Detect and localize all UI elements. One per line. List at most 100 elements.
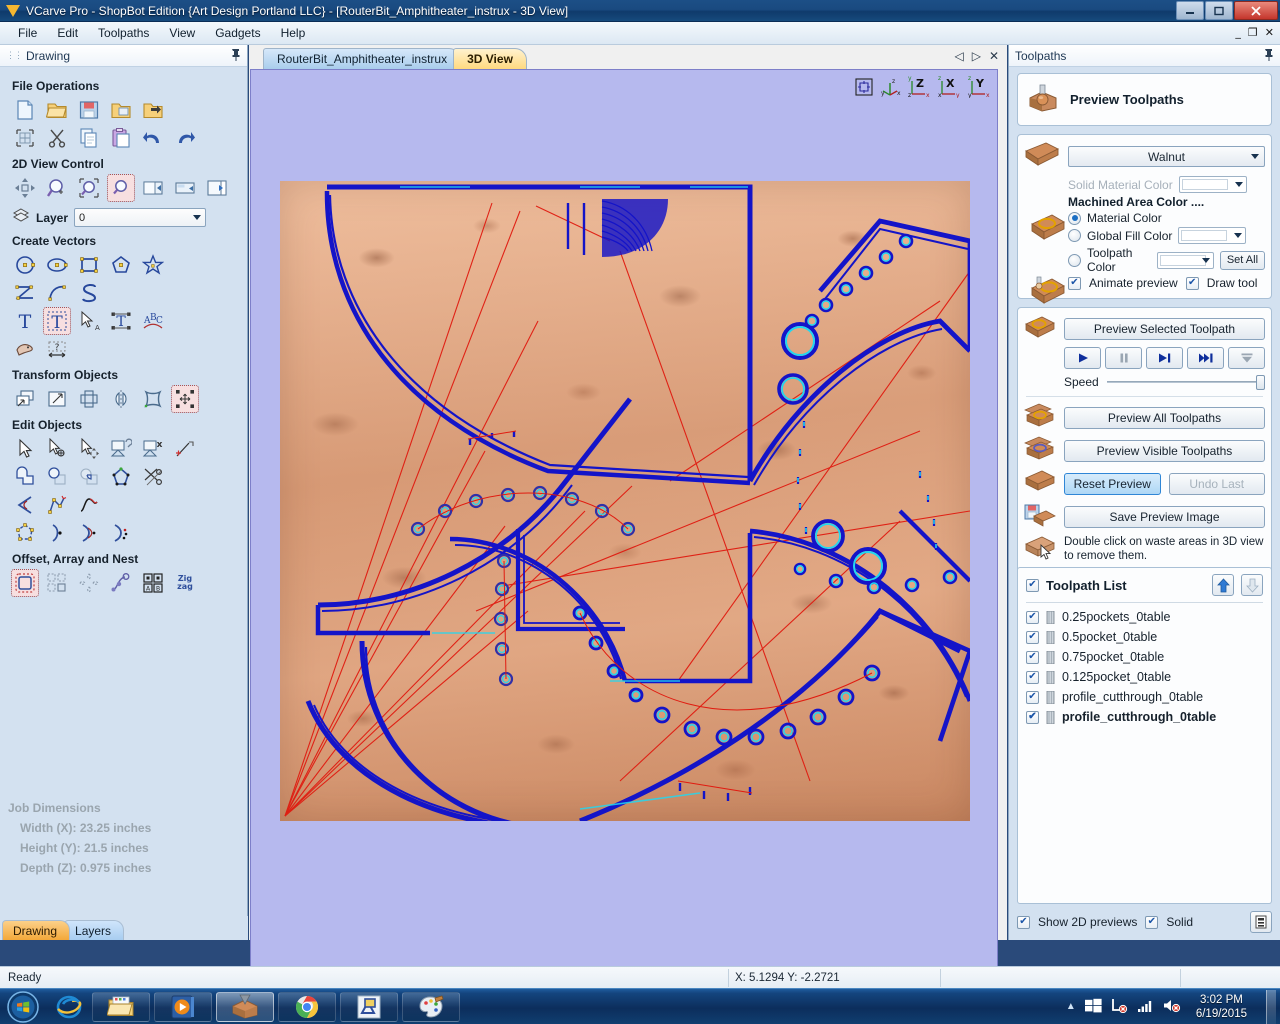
radio-material-color[interactable] bbox=[1068, 211, 1081, 225]
3d-view-canvas[interactable]: zyx Zyzx Xzxy Yzyx bbox=[250, 69, 998, 987]
add-node-icon[interactable] bbox=[44, 492, 70, 518]
zoom-selection-icon[interactable] bbox=[107, 174, 135, 202]
weld-vectors-icon[interactable] bbox=[12, 464, 38, 490]
material-preview[interactable] bbox=[280, 181, 970, 821]
top-z-view-icon[interactable]: Zy z x bbox=[907, 75, 931, 101]
import-file-icon[interactable] bbox=[140, 97, 166, 123]
perspective-view-icon[interactable]: zy x bbox=[879, 76, 901, 101]
join-vectors-icon[interactable] bbox=[172, 436, 198, 462]
toolpath-list-item[interactable]: ✔ profile_cutthrough_0table bbox=[1026, 687, 1263, 707]
paste-icon[interactable] bbox=[108, 125, 134, 151]
select-all-icon[interactable] bbox=[12, 125, 38, 151]
draw-curve-icon[interactable] bbox=[76, 280, 102, 306]
toolpath-color-option[interactable]: Toolpath Color Set All bbox=[1068, 246, 1265, 274]
tab-layers[interactable]: Layers bbox=[64, 920, 125, 940]
material-color-option[interactable]: Material Color bbox=[1068, 211, 1265, 225]
pin-icon[interactable] bbox=[230, 48, 241, 64]
pan-view-icon[interactable] bbox=[12, 175, 38, 201]
toolpath-item-checkbox[interactable]: ✔ bbox=[1026, 710, 1039, 724]
toolpath-list-item[interactable]: ✔ profile_cutthrough_0table bbox=[1026, 707, 1263, 727]
draw-rectangle-icon[interactable] bbox=[76, 252, 102, 278]
signal-icon[interactable] bbox=[1137, 998, 1154, 1016]
pin-icon[interactable] bbox=[1263, 48, 1274, 64]
fillet-icon[interactable] bbox=[12, 492, 38, 518]
mdi-restore-button[interactable]: ❐ bbox=[1248, 26, 1258, 39]
menu-help[interactable]: Help bbox=[271, 23, 316, 43]
save-as-icon[interactable] bbox=[108, 97, 134, 123]
tab-drawing[interactable]: Drawing bbox=[2, 920, 71, 940]
draw-polyline-icon[interactable] bbox=[12, 280, 38, 306]
layer-select[interactable]: 0 bbox=[74, 208, 207, 227]
nest-parts-icon[interactable]: Zig zag bbox=[172, 570, 198, 596]
show-2d-previews-checkbox[interactable]: ✔ bbox=[1017, 915, 1030, 929]
create-text-icon[interactable]: T bbox=[12, 308, 38, 334]
tab-prev-icon[interactable]: ◁ bbox=[954, 49, 963, 63]
subtract-vectors-icon[interactable] bbox=[44, 464, 70, 490]
zoom-in-icon[interactable] bbox=[44, 175, 70, 201]
maximize-button[interactable] bbox=[1205, 1, 1233, 20]
copy-along-curve-icon[interactable] bbox=[108, 570, 134, 596]
menu-edit[interactable]: Edit bbox=[47, 23, 88, 43]
toolpath-list-item[interactable]: ✔ 0.5pocket_0table bbox=[1026, 627, 1263, 647]
set-start-icon[interactable] bbox=[108, 520, 134, 546]
draw-tool-checkbox[interactable]: ✔ bbox=[1185, 276, 1199, 290]
toolpath-item-checkbox[interactable]: ✔ bbox=[1026, 670, 1039, 684]
mdi-close-button[interactable]: ✕ bbox=[1265, 26, 1274, 39]
toolpath-item-checkbox[interactable]: ✔ bbox=[1026, 630, 1039, 644]
toolpath-item-checkbox[interactable]: ✔ bbox=[1026, 650, 1039, 664]
step-button[interactable] bbox=[1146, 347, 1183, 369]
solid-checkbox[interactable]: ✔ bbox=[1145, 915, 1159, 929]
scale-object-icon[interactable] bbox=[44, 386, 70, 412]
start-point-icon[interactable] bbox=[44, 520, 70, 546]
text-on-curve-icon[interactable]: ABC bbox=[140, 308, 166, 334]
iso-view-icon[interactable] bbox=[855, 78, 873, 99]
toolpath-list-item[interactable]: ✔ 0.125pocket_0table bbox=[1026, 667, 1263, 687]
minimize-button[interactable] bbox=[1176, 1, 1204, 20]
preview-selected-toolpath-button[interactable]: Preview Selected Toolpath bbox=[1064, 317, 1265, 340]
dimension-icon[interactable]: ? bbox=[44, 336, 70, 362]
draw-polygon-icon[interactable] bbox=[108, 252, 134, 278]
file-explorer-icon[interactable] bbox=[92, 991, 150, 1022]
global-fill-color-picker[interactable] bbox=[1178, 227, 1247, 244]
zoom-region-icon[interactable] bbox=[172, 175, 198, 201]
finish-button[interactable] bbox=[1228, 347, 1265, 369]
tab-close-icon[interactable]: ✕ bbox=[989, 49, 999, 63]
move-down-button[interactable] bbox=[1241, 574, 1263, 596]
menu-file[interactable]: File bbox=[8, 23, 47, 43]
menu-view[interactable]: View bbox=[159, 23, 205, 43]
zoom-previous-icon[interactable] bbox=[140, 175, 166, 201]
delete-object-icon[interactable]: x bbox=[140, 436, 166, 462]
vcarve-pro-icon[interactable] bbox=[216, 991, 274, 1022]
circular-array-icon[interactable] bbox=[76, 570, 102, 596]
toolpath-summary-button[interactable] bbox=[1250, 911, 1272, 933]
undo-icon[interactable] bbox=[140, 125, 166, 151]
measure-icon[interactable] bbox=[108, 436, 134, 462]
toolpath-list-item[interactable]: ✔ 0.75pocket_0table bbox=[1026, 647, 1263, 667]
cut-icon[interactable] bbox=[44, 125, 70, 151]
tab-next-icon[interactable]: ▷ bbox=[972, 49, 981, 63]
zoom-fit-icon[interactable] bbox=[76, 175, 102, 201]
mirror-object-icon[interactable] bbox=[108, 386, 134, 412]
reverse-direction-icon[interactable] bbox=[76, 520, 102, 546]
undo-last-button[interactable]: Undo Last bbox=[1168, 472, 1265, 495]
open-file-icon[interactable] bbox=[44, 97, 70, 123]
media-player-icon[interactable] bbox=[154, 991, 212, 1022]
speed-slider[interactable] bbox=[1106, 374, 1265, 390]
pause-button[interactable] bbox=[1105, 347, 1142, 369]
node-points-icon[interactable] bbox=[12, 520, 38, 546]
trim-vectors-icon[interactable] bbox=[140, 464, 166, 490]
tab-routerbit-amphitheater-instrux[interactable]: RouterBit_Amphitheater_instrux bbox=[263, 48, 462, 69]
design-app-icon[interactable] bbox=[340, 991, 398, 1022]
material-select[interactable]: Walnut bbox=[1068, 146, 1265, 167]
toolpath-item-checkbox[interactable]: ✔ bbox=[1026, 690, 1039, 704]
new-file-icon[interactable] bbox=[12, 97, 38, 123]
toolpath-list-item[interactable]: ✔ 0.25pockets_0table bbox=[1026, 607, 1263, 627]
close-button[interactable] bbox=[1234, 1, 1278, 20]
radio-global-fill-color[interactable] bbox=[1068, 229, 1081, 242]
redo-icon[interactable] bbox=[172, 125, 198, 151]
copy-icon[interactable] bbox=[76, 125, 102, 151]
taskbar-clock[interactable]: 3:02 PM 6/19/2015 bbox=[1190, 993, 1253, 1021]
toolpath-list-checkbox[interactable]: ✔ bbox=[1026, 578, 1039, 592]
network-icon[interactable] bbox=[1111, 998, 1128, 1016]
block-copy-icon[interactable]: AB bbox=[140, 570, 166, 596]
